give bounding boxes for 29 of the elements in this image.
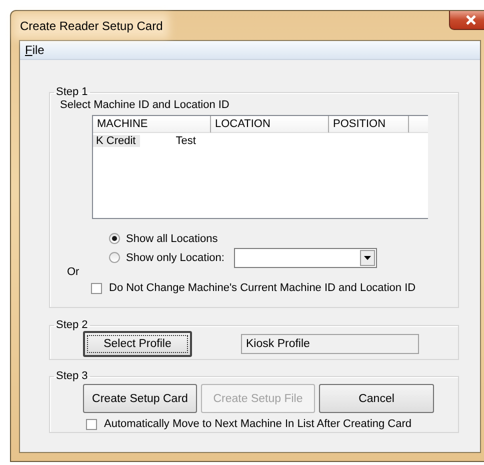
group-label: Step 2 [55, 319, 89, 331]
column-header[interactable]: POSITION [329, 116, 409, 133]
location-dropdown[interactable] [234, 248, 378, 268]
instruction-text: Select Machine ID and Location ID [60, 99, 230, 111]
radio-label[interactable]: Show only Location: [126, 252, 224, 264]
radio-label[interactable]: Show all Locations [126, 232, 218, 244]
table-cell: K Credit [93, 134, 140, 146]
list-row[interactable]: K Credit Test [93, 133, 428, 148]
select-profile-button[interactable]: Select Profile [83, 331, 192, 357]
dropdown-arrow-icon [364, 256, 372, 260]
profile-field: Kiosk Profile [241, 334, 419, 354]
column-header[interactable]: LOCATION [211, 116, 329, 133]
column-header[interactable]: MACHINE [93, 116, 211, 133]
checkbox-label[interactable]: Automatically Move to Next Machine In List After Creating Card [104, 418, 412, 430]
checkbox[interactable] [86, 418, 97, 430]
table-cell: Test [176, 134, 196, 146]
group-label: Step 1 [55, 86, 89, 98]
action-button[interactable]: Create Setup Card [83, 384, 197, 413]
checkbox[interactable] [91, 282, 102, 294]
or-label: Or [67, 266, 80, 278]
menu-item[interactable]: File [20, 43, 50, 57]
checkbox-label[interactable]: Do Not Change Machine's Current Machine ID and Location ID [109, 282, 416, 294]
close-button[interactable] [449, 11, 484, 30]
radio-button[interactable] [109, 233, 120, 244]
action-button[interactable]: Cancel [319, 384, 434, 413]
group-label: Step 3 [55, 370, 89, 382]
window-title: Create Reader Setup Card [19, 18, 163, 32]
radio-button[interactable] [109, 252, 120, 263]
close-icon [465, 15, 477, 25]
